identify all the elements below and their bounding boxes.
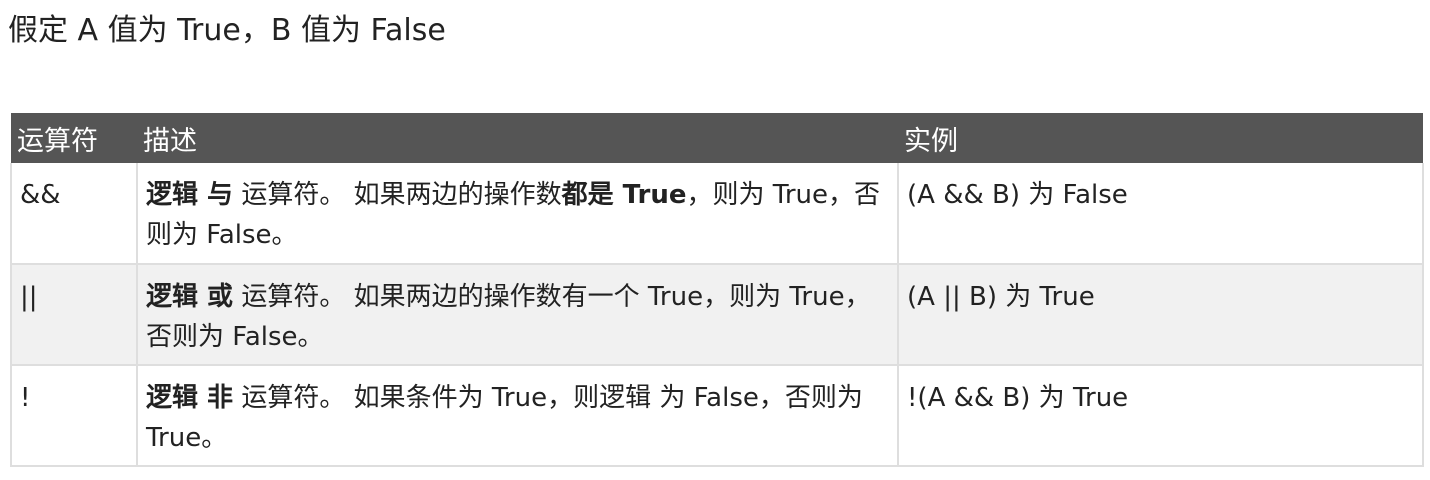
description-cell: 逻辑 非 运算符。 如果条件为 True，则逻辑 为 False，否则为 Tru… xyxy=(137,365,899,467)
description-text: 运算符。 如果条件为 True，则逻辑 为 False，否则为 True。 xyxy=(146,383,863,453)
header-description: 描述 xyxy=(143,125,197,157)
logical-operators-table: 运算符 描述 实例 && 逻辑 与 运算符。 如果两边的操作数都是 True，则… xyxy=(10,113,1424,467)
operator-cell: && xyxy=(10,163,138,265)
description-cell: 逻辑 或 运算符。 如果两边的操作数有一个 True，则为 True，否则为 F… xyxy=(137,264,899,366)
table-row: || 逻辑 或 运算符。 如果两边的操作数有一个 True，则为 True，否则… xyxy=(10,264,1424,366)
header-operator: 运算符 xyxy=(17,125,98,157)
description-bold: 逻辑 或 xyxy=(146,282,234,312)
example-cell: (A || B) 为 True xyxy=(898,264,1424,366)
description-bold: 逻辑 非 xyxy=(146,383,234,413)
operator-cell: || xyxy=(10,264,138,366)
operator-cell: ! xyxy=(10,365,138,467)
description-bold: 逻辑 与 xyxy=(146,180,234,210)
example-cell: (A && B) 为 False xyxy=(898,163,1424,265)
description-cell: 逻辑 与 运算符。 如果两边的操作数都是 True，则为 True，否则为 Fa… xyxy=(137,163,899,265)
example-cell: !(A && B) 为 True xyxy=(898,365,1424,467)
table-row: && 逻辑 与 运算符。 如果两边的操作数都是 True，则为 True，否则为… xyxy=(10,163,1424,265)
table-row: ! 逻辑 非 运算符。 如果条件为 True，则逻辑 为 False，否则为 T… xyxy=(10,365,1424,467)
description-bold-2: 都是 True xyxy=(561,180,687,210)
description-text: 运算符。 如果两边的操作数 xyxy=(233,180,562,210)
table-header-row: 运算符 描述 实例 xyxy=(11,113,1423,163)
intro-text: 假定 A 值为 True，B 值为 False xyxy=(8,13,446,48)
description-text: 运算符。 如果两边的操作数有一个 True，则为 True，否则为 False。 xyxy=(146,282,871,352)
header-example: 实例 xyxy=(904,125,958,157)
